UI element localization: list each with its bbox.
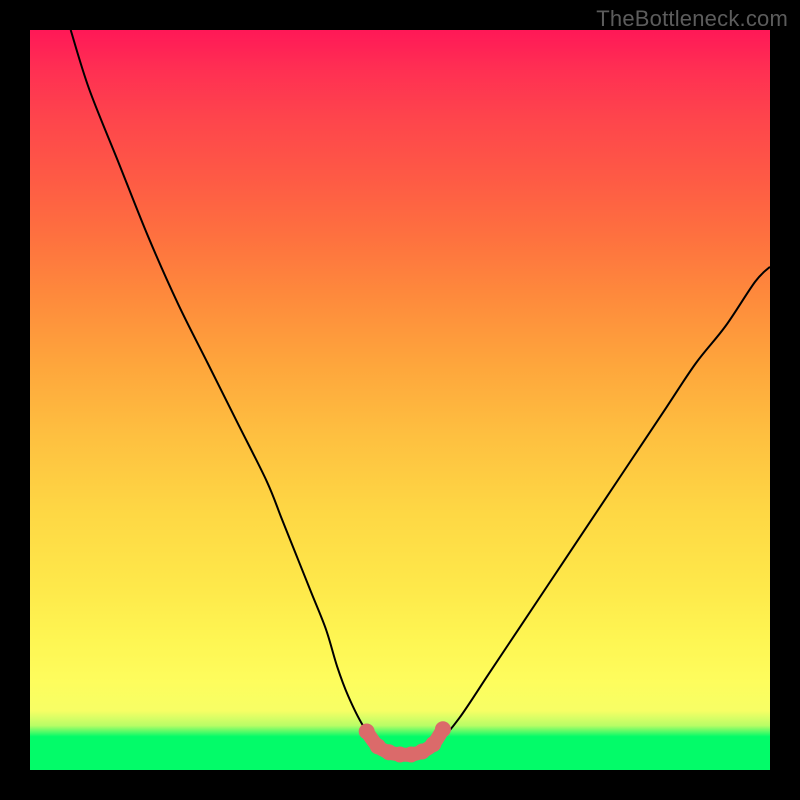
bottleneck-curve (71, 30, 770, 755)
valley-highlight-dots (359, 721, 451, 762)
chart-container: TheBottleneck.com (0, 0, 800, 800)
valley-dot (425, 736, 441, 752)
valley-dot (435, 721, 451, 737)
chart-svg (30, 30, 770, 770)
watermark-text: TheBottleneck.com (596, 6, 788, 32)
plot-area (30, 30, 770, 770)
valley-dot (359, 724, 375, 740)
